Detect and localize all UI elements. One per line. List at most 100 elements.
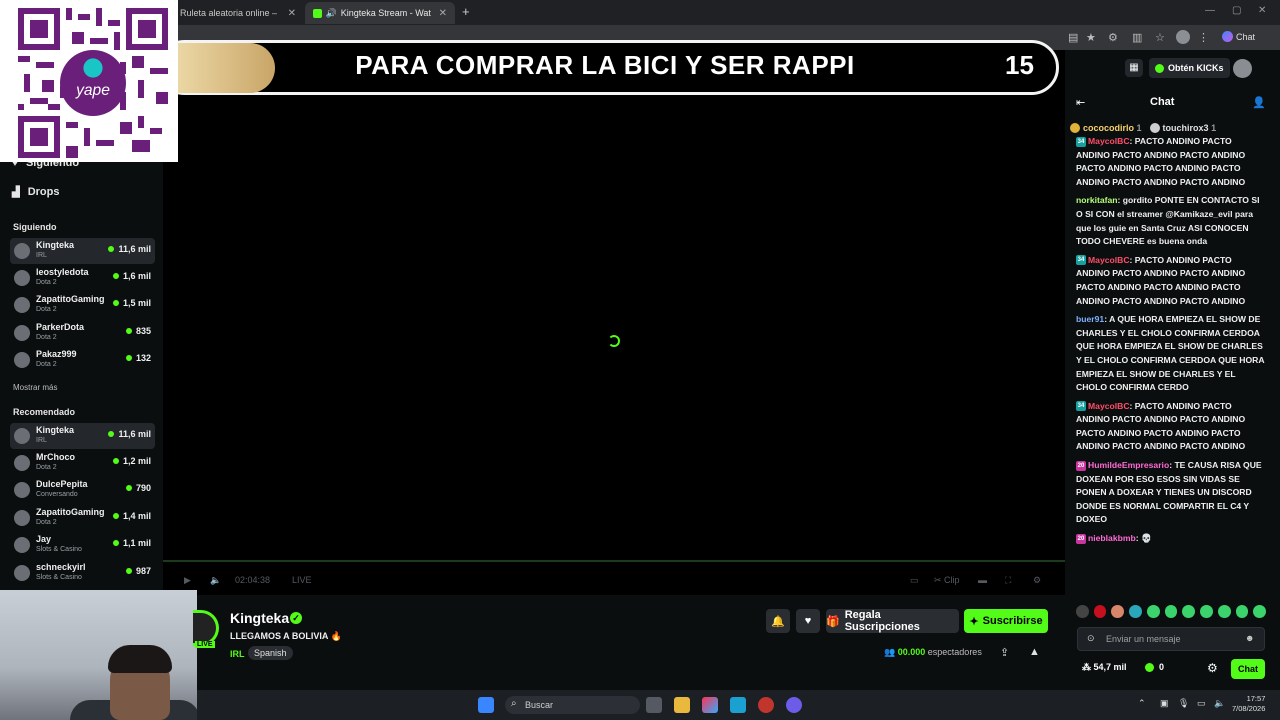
bookmark-icon[interactable]: ☆ (1155, 31, 1165, 44)
network-icon[interactable]: ▭ (1197, 698, 1206, 709)
chat-rules-icon[interactable]: ⊙ (1087, 633, 1095, 644)
taskbar-search[interactable]: Buscar (505, 696, 640, 714)
progress-bar[interactable] (163, 560, 1065, 562)
file-explorer-icon[interactable] (674, 697, 690, 713)
heart-icon: ♥ (804, 615, 812, 627)
copilot-icon[interactable] (702, 697, 718, 713)
close-window-icon[interactable]: ✕ (1258, 5, 1266, 16)
report-icon[interactable]: ▲ (1029, 646, 1040, 658)
chat-username[interactable]: MaycolBC (1088, 136, 1130, 146)
settings-icon[interactable]: ⚙ (1033, 575, 1041, 586)
emote-icon[interactable] (1076, 605, 1089, 618)
chat-input[interactable]: Enviar un mensaje (1077, 627, 1265, 651)
channel-name: ZapatitoGaming (36, 507, 105, 517)
emoji-icon[interactable]: ☻ (1245, 633, 1254, 643)
task-view-icon[interactable] (646, 697, 662, 713)
top-gifter[interactable]: touchirox3 1 (1149, 123, 1216, 134)
extension-icon[interactable]: ⚙ (1108, 31, 1118, 44)
emote-icon[interactable] (1111, 605, 1125, 618)
pip-icon[interactable]: ▭ (910, 575, 919, 586)
channel-item[interactable]: Kingteka IRL 11,6 mil (10, 238, 155, 264)
emote-icon[interactable] (1129, 605, 1142, 618)
menu-icon[interactable]: ⋮ (1198, 31, 1209, 44)
chat-username[interactable]: MaycolBC (1088, 401, 1130, 411)
emote-icon[interactable] (1235, 605, 1249, 618)
sidebar-item-drops[interactable]: ▟ Drops (12, 186, 59, 198)
channel-item[interactable]: Jay Slots & Casino 1,1 mil (10, 532, 155, 558)
play-icon[interactable]: ▶ (184, 575, 191, 586)
microphone-icon[interactable]: 🎙 (1178, 698, 1189, 709)
discord-icon[interactable] (786, 697, 802, 713)
tray-chevron-icon[interactable]: ⌃ (1138, 698, 1146, 709)
chat-username[interactable]: MaycolBC (1088, 255, 1130, 265)
category-tag[interactable]: IRL (230, 649, 245, 659)
camera-icon[interactable]: ▣ (1160, 698, 1169, 709)
channel-item[interactable]: schneckyirl Slots & Casino 987 (10, 560, 155, 586)
get-kicks-button[interactable]: Obtén KICKs (1149, 58, 1230, 78)
language-tag[interactable]: Spanish (248, 646, 293, 660)
show-more-link[interactable]: Mostrar más (13, 383, 57, 392)
emote-icon[interactable] (1164, 605, 1178, 618)
emote-icon[interactable] (1182, 605, 1196, 618)
tab-groups-icon[interactable]: ▥ (1132, 31, 1142, 44)
chat-send-button[interactable]: Chat (1231, 659, 1265, 679)
volume-icon[interactable]: 🔈 (210, 575, 221, 586)
tab-kingteka[interactable]: 🔊 Kingteka Stream - Watch Live ✕ (305, 2, 455, 24)
live-dot-icon (112, 458, 119, 464)
new-tab-button[interactable]: + (462, 4, 470, 19)
emote-icon[interactable] (1146, 605, 1160, 618)
star-icon[interactable]: ★ (1086, 31, 1096, 44)
channel-item[interactable]: ParkerDota Dota 2 835 (10, 320, 155, 346)
clip-button[interactable]: ✂ Clip (934, 575, 960, 586)
speaker-icon[interactable]: 🔊 (326, 8, 337, 19)
chat-message: 34 MaycolBC: PACTO ANDINO PACTO ANDINO PA… (1076, 136, 1246, 187)
chat-username[interactable]: HumildeEmpresario (1088, 460, 1169, 470)
channel-item[interactable]: leostyledota Dota 2 1,6 mil (10, 265, 155, 291)
streamer-name[interactable]: Kingteka (230, 610, 289, 626)
avatar (14, 428, 30, 444)
theater-icon[interactable]: ▬ (978, 575, 987, 585)
profile-avatar[interactable] (1176, 30, 1190, 44)
channel-points[interactable]: ⁂ 54,7 mil (1082, 662, 1127, 673)
chat-username[interactable]: norkitafan (1076, 195, 1118, 205)
speaker-icon[interactable]: 🔈 (1214, 698, 1225, 709)
emote-icon[interactable] (1200, 605, 1213, 618)
user-avatar[interactable] (1233, 59, 1252, 78)
gift-subs-button[interactable]: 🎁 Regala Suscripciones (826, 609, 959, 633)
taskbar-clock[interactable]: 17:57 7/08/2026 (1232, 694, 1265, 714)
channel-item[interactable]: DulcePepita Conversando 790 (10, 477, 155, 503)
kicks-balance[interactable]: 0 (1145, 662, 1164, 673)
minimize-icon[interactable]: — (1205, 5, 1215, 16)
chat-username[interactable]: buer91 (1076, 314, 1104, 324)
follow-button[interactable]: ♥ (796, 609, 820, 633)
channel-item[interactable]: MrChoco Dota 2 1,2 mil (10, 450, 155, 476)
close-icon[interactable]: ✕ (288, 8, 296, 19)
close-icon[interactable]: ✕ (439, 8, 447, 19)
points-icon: ⁂ (1082, 662, 1094, 672)
video-player[interactable] (163, 50, 1065, 595)
share-icon[interactable]: ⇪ (1000, 646, 1009, 659)
collapse-chat-icon[interactable]: ⇤ (1076, 96, 1085, 109)
channel-item[interactable]: Kingteka IRL 11,6 mil (10, 423, 155, 449)
chat-username[interactable]: nieblakbmb (1088, 533, 1136, 543)
channel-item[interactable]: Pakaz999 Dota 2 132 (10, 347, 155, 373)
maximize-icon[interactable]: ▢ (1232, 5, 1241, 16)
library-icon[interactable]: ▦ (1125, 59, 1143, 77)
emote-icon[interactable] (1217, 605, 1231, 618)
windows-start-icon[interactable] (478, 697, 494, 713)
chat-users-icon[interactable]: 👤 (1252, 96, 1266, 109)
tab-ruleta[interactable]: Ruleta aleatoria online – ruleta de ✕ (172, 2, 304, 24)
channel-item[interactable]: ZapatitoGaming Dota 2 1,4 mil (10, 505, 155, 531)
notification-bell-button[interactable]: 🔔 (766, 609, 790, 633)
channel-item[interactable]: ZapatitoGaming Dota 2 1,5 mil (10, 292, 155, 318)
subscribe-button[interactable]: ✦ Suscribirse (964, 609, 1048, 633)
fullscreen-icon[interactable]: ⛶ (1005, 575, 1011, 586)
edge-icon[interactable] (730, 697, 746, 713)
emote-icon[interactable] (1253, 605, 1267, 618)
chat-extension-button[interactable]: Chat (1222, 31, 1255, 42)
top-gifter[interactable]: cococodirlo 1 (1070, 123, 1142, 134)
emote-icon[interactable] (1093, 605, 1107, 618)
chat-settings-icon[interactable]: ⚙ (1207, 661, 1218, 675)
chrome-icon[interactable] (758, 697, 774, 713)
page-icon[interactable]: ▤ (1068, 31, 1078, 44)
